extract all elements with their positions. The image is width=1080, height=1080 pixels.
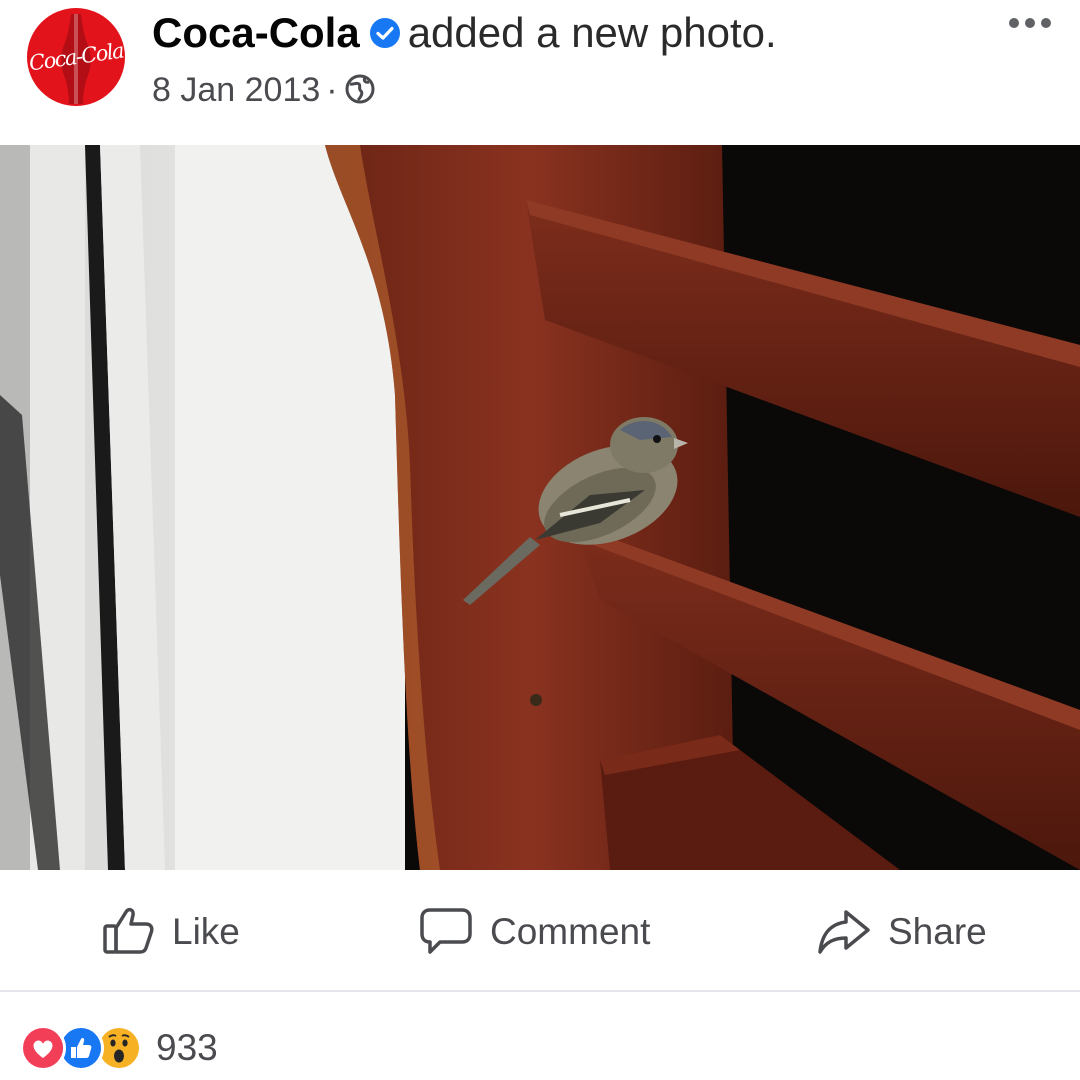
meta-separator: · <box>326 71 338 109</box>
post-action-text: added a new photo. <box>407 9 777 56</box>
thumbs-up-icon <box>100 902 156 963</box>
post-action-bar: Like Comment Share <box>0 870 1080 990</box>
share-label: Share <box>888 911 987 952</box>
post-date-link[interactable]: 8 Jan 2013 <box>152 71 320 109</box>
post-header: Coca-Cola Coca-Cola added a new photo. 8 … <box>0 0 1080 145</box>
divider <box>0 990 1080 992</box>
post-title-line: Coca-Cola added a new photo. <box>152 8 777 61</box>
post-photo[interactable] <box>0 145 1080 870</box>
comment-button[interactable]: Comment <box>418 904 650 960</box>
like-label: Like <box>172 911 240 952</box>
comment-bubble-icon <box>418 902 474 963</box>
reactions-summary[interactable]: 933 <box>20 1020 218 1076</box>
page-avatar[interactable]: Coca-Cola <box>27 8 125 106</box>
comment-label: Comment <box>490 911 651 952</box>
verified-badge-icon <box>368 11 402 61</box>
page-name-link[interactable]: Coca-Cola <box>152 9 360 56</box>
globe-icon[interactable] <box>344 72 376 116</box>
more-options-icon[interactable] <box>1002 6 1058 40</box>
like-button[interactable]: Like <box>100 904 240 960</box>
love-reaction-icon <box>20 1025 66 1071</box>
reaction-count[interactable]: 933 <box>156 1027 218 1069</box>
share-arrow-icon <box>816 902 872 963</box>
post-meta: 8 Jan 2013 · <box>152 68 376 116</box>
share-button[interactable]: Share <box>816 904 987 960</box>
